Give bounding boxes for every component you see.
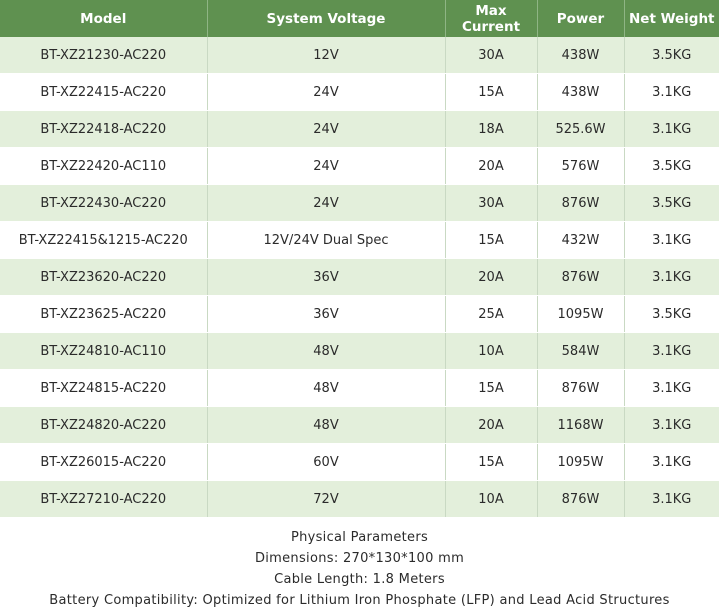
cell-net-weight: 3.5KG (624, 37, 719, 74)
header-max-current: Max Current (445, 0, 538, 37)
cell-model: BT-XZ26015-AC220 (0, 443, 208, 481)
table-row: BT-XZ22415-AC220 24V 15A 438W 3.1KG (0, 73, 719, 111)
table-row: BT-XZ24820-AC220 48V 20A 1168W 3.1KG (0, 406, 719, 444)
table-row: BT-XZ22420-AC110 24V 20A 576W 3.5KG (0, 147, 719, 185)
cell-model: BT-XZ21230-AC220 (0, 37, 208, 74)
cell-system-voltage: 24V (207, 147, 446, 185)
cell-system-voltage: 60V (207, 443, 446, 481)
cell-net-weight: 3.1KG (624, 480, 719, 518)
cell-model: BT-XZ27210-AC220 (0, 480, 208, 518)
cell-power: 876W (537, 258, 625, 296)
cell-power: 876W (537, 369, 625, 407)
cell-system-voltage: 72V (207, 480, 446, 518)
cell-max-current: 20A (445, 147, 538, 185)
cell-model: BT-XZ23620-AC220 (0, 258, 208, 296)
cell-net-weight: 3.1KG (624, 73, 719, 111)
header-net-weight: Net Weight (624, 0, 719, 37)
cell-net-weight: 3.1KG (624, 221, 719, 259)
cell-max-current: 20A (445, 406, 538, 444)
cell-net-weight: 3.5KG (624, 184, 719, 222)
cell-max-current: 30A (445, 37, 538, 74)
cell-system-voltage: 12V (207, 37, 446, 74)
table-row: BT-XZ26015-AC220 60V 15A 1095W 3.1KG (0, 443, 719, 481)
cell-max-current: 15A (445, 221, 538, 259)
cell-max-current: 18A (445, 110, 538, 148)
cell-system-voltage: 48V (207, 369, 446, 407)
cell-system-voltage: 12V/24V Dual Spec (207, 221, 446, 259)
cell-power: 432W (537, 221, 625, 259)
table-row: BT-XZ27210-AC220 72V 10A 876W 3.1KG (0, 480, 719, 518)
physical-parameters: Physical Parameters Dimensions: 270*130*… (0, 518, 719, 615)
cell-system-voltage: 48V (207, 406, 446, 444)
cell-power: 584W (537, 332, 625, 370)
spec-table: Model System Voltage Max Current Power N… (0, 0, 719, 518)
cell-power: 1095W (537, 443, 625, 481)
table-header: Model System Voltage Max Current Power N… (0, 0, 719, 37)
cell-max-current: 20A (445, 258, 538, 296)
cell-model: BT-XZ23625-AC220 (0, 295, 208, 333)
table-row: BT-XZ24815-AC220 48V 15A 876W 3.1KG (0, 369, 719, 407)
table-row: BT-XZ23625-AC220 36V 25A 1095W 3.5KG (0, 295, 719, 333)
cell-max-current: 25A (445, 295, 538, 333)
cell-net-weight: 3.5KG (624, 295, 719, 333)
table-row: BT-XZ22415&1215-AC220 12V/24V Dual Spec 15… (0, 221, 719, 259)
header-row: Model System Voltage Max Current Power N… (0, 0, 719, 37)
header-power: Power (537, 0, 625, 37)
cell-model: BT-XZ22415&1215-AC220 (0, 221, 208, 259)
table-row: BT-XZ22430-AC220 24V 30A 876W 3.5KG (0, 184, 719, 222)
cell-max-current: 10A (445, 332, 538, 370)
cell-power: 876W (537, 184, 625, 222)
cell-power: 438W (537, 73, 625, 111)
cell-power: 525.6W (537, 110, 625, 148)
cell-system-voltage: 24V (207, 184, 446, 222)
cell-model: BT-XZ22420-AC110 (0, 147, 208, 185)
table-row: BT-XZ24810-AC110 48V 10A 584W 3.1KG (0, 332, 719, 370)
cell-net-weight: 3.1KG (624, 332, 719, 370)
cell-net-weight: 3.1KG (624, 443, 719, 481)
parameters-title: Physical Parameters (290, 530, 429, 545)
cable-length-text: Cable Length: 1.8 Meters (274, 572, 445, 587)
cell-model: BT-XZ24810-AC110 (0, 332, 208, 370)
cell-max-current: 15A (445, 443, 538, 481)
cell-max-current: 15A (445, 73, 538, 111)
table-row: BT-XZ21230-AC220 12V 30A 438W 3.5KG (0, 37, 719, 74)
cell-model: BT-XZ22415-AC220 (0, 73, 208, 111)
cell-system-voltage: 24V (207, 110, 446, 148)
cell-power: 1168W (537, 406, 625, 444)
cell-system-voltage: 24V (207, 73, 446, 111)
cell-power: 576W (537, 147, 625, 185)
header-system-voltage: System Voltage (207, 0, 446, 37)
cell-system-voltage: 36V (207, 295, 446, 333)
battery-compatibility-text: Battery Compatibility: Optimized for Lit… (49, 593, 670, 608)
cell-max-current: 10A (445, 480, 538, 518)
table-row: BT-XZ23620-AC220 36V 20A 876W 3.1KG (0, 258, 719, 296)
table-body: BT-XZ21230-AC220 12V 30A 438W 3.5KG BT-XZ2241… (0, 37, 719, 518)
table-row: BT-XZ22418-AC220 24V 18A 525.6W 3.1KG (0, 110, 719, 148)
cell-model: BT-XZ22430-AC220 (0, 184, 208, 222)
cell-power: 438W (537, 37, 625, 74)
cell-model: BT-XZ22418-AC220 (0, 110, 208, 148)
spec-sheet: Model System Voltage Max Current Power N… (0, 0, 719, 615)
cell-system-voltage: 48V (207, 332, 446, 370)
cell-max-current: 30A (445, 184, 538, 222)
cell-system-voltage: 36V (207, 258, 446, 296)
cell-net-weight: 3.1KG (624, 258, 719, 296)
cell-net-weight: 3.1KG (624, 110, 719, 148)
cell-power: 876W (537, 480, 625, 518)
cell-net-weight: 3.1KG (624, 406, 719, 444)
cell-model: BT-XZ24820-AC220 (0, 406, 208, 444)
cell-net-weight: 3.1KG (624, 369, 719, 407)
dimensions-text: Dimensions: 270*130*100 mm (254, 551, 465, 566)
header-model: Model (0, 0, 208, 37)
cell-net-weight: 3.5KG (624, 147, 719, 185)
cell-max-current: 15A (445, 369, 538, 407)
cell-power: 1095W (537, 295, 625, 333)
cell-model: BT-XZ24815-AC220 (0, 369, 208, 407)
